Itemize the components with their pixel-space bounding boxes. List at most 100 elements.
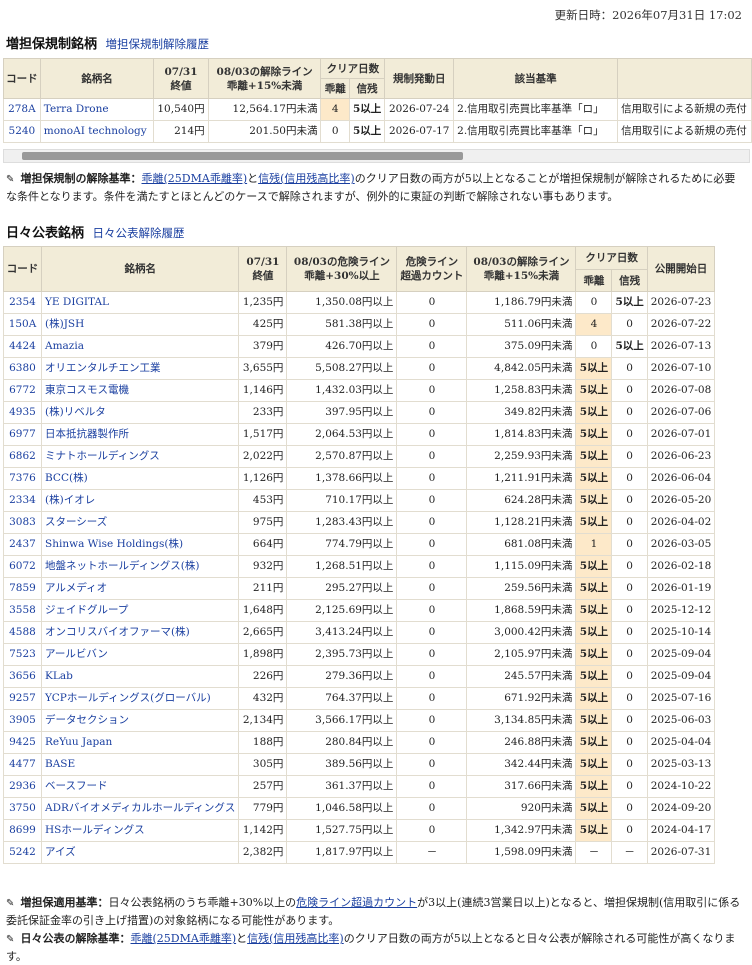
stock-name-link[interactable]: (株)リベルタ [40,401,240,424]
col-close[interactable]: 07/31 終値 [238,246,288,292]
stock-code-link[interactable]: 9257 [3,687,42,710]
col-name[interactable]: 銘柄名 [39,58,155,99]
stock-code-link[interactable]: 2354 [3,291,42,314]
col-start[interactable]: 規制発動日 [384,58,455,99]
kairi-clear-days: 5以上 [575,445,613,468]
kairi-clear-days: 5以上 [575,643,613,666]
col-shinzan[interactable]: 信残 [611,269,648,292]
stock-name-link[interactable]: Shinwa Wise Holdings(株) [40,533,240,556]
over-count: 0 [396,533,468,556]
col-extra [617,58,752,99]
stock-name-link[interactable]: オリエンタルチエン工業 [40,357,240,380]
stock-code-link[interactable]: 2936 [3,775,42,798]
stock-code-link[interactable]: 6380 [3,357,42,380]
stock-name-link[interactable]: HSホールディングス [40,819,240,842]
stock-name-link[interactable]: ADRバイオメディカルホールディングス [40,797,240,820]
stock-code-link[interactable]: 4935 [3,401,42,424]
stock-code-link[interactable]: 2334 [3,489,42,512]
publication-start-date: 2026-02-18 [646,555,716,578]
release-line: 3,000.42円未満 [466,621,577,644]
margin-history-link[interactable]: 増担保規制解除履歴 [106,37,210,51]
release-line: 1,115.09円未満 [466,555,577,578]
stock-code-link[interactable]: 3750 [3,797,42,820]
stock-code-link[interactable]: 2437 [3,533,42,556]
stock-name-link[interactable]: ジェイドグループ [40,599,240,622]
col-kairi[interactable]: 乖離 [320,78,350,99]
stock-code-link[interactable]: 5242 [3,841,42,864]
stock-name-link[interactable]: (株)イオレ [40,489,240,512]
table-row: 4424 Amazia 379円 426.70円以上 0 375.09円未満 0 5以上 202… [3,335,716,358]
col-basis[interactable]: 該当基準 [453,58,619,99]
table-row: 4588 オンコリスバイオファーマ(株) 2,665円 3,413.24円以上 0 3,0… [3,621,716,644]
shinzan-link[interactable]: 信残(信用残高比率) [258,172,355,185]
stock-code-link[interactable]: 7859 [3,577,42,600]
stock-name-link[interactable]: ミナトホールディングス [40,445,240,468]
stock-name-link[interactable]: アルメディオ [40,577,240,600]
stock-code-link[interactable]: 6862 [3,445,42,468]
col-name[interactable]: 銘柄名 [40,246,240,292]
col-close[interactable]: 07/31 終値 [153,58,209,99]
stock-code-link[interactable]: 4588 [3,621,42,644]
stock-name-link[interactable]: BCC(株) [40,467,240,490]
over-count: 0 [396,445,468,468]
stock-name-link[interactable]: BASE [40,753,240,776]
stock-name-link[interactable]: (株)JSH [40,313,240,336]
risk-line: 1,268.51円以上 [286,555,398,578]
stock-code-link[interactable]: 150A [3,313,42,336]
stock-name-link[interactable]: Amazia [40,335,240,358]
stock-code-link[interactable]: 5240 [3,120,41,143]
col-risk-line[interactable]: 08/03の危険ライン 乖離+30%以上 [286,246,398,292]
stock-code-link[interactable]: 6977 [3,423,42,446]
regulation-start-date: 2026-07-17 [384,120,455,143]
stock-name-link[interactable]: Terra Drone [39,98,155,121]
kairi-clear-days: 5以上 [575,797,613,820]
stock-name-link[interactable]: ReYuu Japan [40,731,240,754]
stock-name-link[interactable]: 日本抵抗器製作所 [40,423,240,446]
stock-code-link[interactable]: 4477 [3,753,42,776]
stock-name-link[interactable]: オンコリスバイオファーマ(株) [40,621,240,644]
shinzan-clear-days: 0 [611,445,648,468]
stock-name-link[interactable]: KLab [40,665,240,688]
stock-code-link[interactable]: 7523 [3,643,42,666]
stock-name-link[interactable]: アールビバン [40,643,240,666]
stock-name-link[interactable]: 東京コスモス電機 [40,379,240,402]
col-release-line[interactable]: 08/03の解除ライン 乖離+15%未満 [207,58,322,99]
kairi-clear-days: 4 [575,313,613,336]
stock-code-link[interactable]: 3905 [3,709,42,732]
stock-code-link[interactable]: 9425 [3,731,42,754]
stock-code-link[interactable]: 6072 [3,555,42,578]
shinzan-link[interactable]: 信残(信用残高比率) [247,932,344,945]
stock-code-link[interactable]: 8699 [3,819,42,842]
stock-name-link[interactable]: アイズ [40,841,240,864]
stock-code-link[interactable]: 3656 [3,665,42,688]
stock-name-link[interactable]: YCPホールディングス(グローバル) [40,687,240,710]
stock-name-link[interactable]: データセクション [40,709,240,732]
stock-code-link[interactable]: 6772 [3,379,42,402]
col-start[interactable]: 公開開始日 [646,246,716,292]
col-over-count[interactable]: 危険ライン 超過カウント [396,246,468,292]
kairi-link[interactable]: 乖離(25DMA乖離率) [142,172,248,185]
stock-code-link[interactable]: 3558 [3,599,42,622]
stock-code-link[interactable]: 4424 [3,335,42,358]
col-kairi[interactable]: 乖離 [575,269,613,292]
kairi-link[interactable]: 乖離(25DMA乖離率) [131,932,237,945]
stock-name-link[interactable]: YE DIGITAL [40,291,240,314]
col-code[interactable]: コード [3,246,42,292]
col-shinzan[interactable]: 信残 [348,78,386,99]
stock-code-link[interactable]: 7376 [3,467,42,490]
stock-name-link[interactable]: monoAI technology [39,120,155,143]
daily-history-link[interactable]: 日々公表解除履歴 [93,226,185,240]
shinzan-clear-days: 0 [611,577,648,600]
stock-name-link[interactable]: ベースフード [40,775,240,798]
scrollbar-thumb[interactable] [22,152,463,160]
stock-code-link[interactable]: 3083 [3,511,42,534]
stock-code-link[interactable]: 278A [3,98,41,121]
stock-name-link[interactable]: 地盤ネットホールディングス(株) [40,555,240,578]
release-line: 246.88円未満 [466,731,577,754]
stock-name-link[interactable]: スターシーズ [40,511,240,534]
col-code[interactable]: コード [3,58,41,99]
over-count: 0 [396,731,468,754]
horizontal-scrollbar[interactable] [3,149,750,163]
over-count-link[interactable]: 危険ライン超過カウント [296,896,417,909]
col-release-line[interactable]: 08/03の解除ライン 乖離+15%未満 [466,246,577,292]
